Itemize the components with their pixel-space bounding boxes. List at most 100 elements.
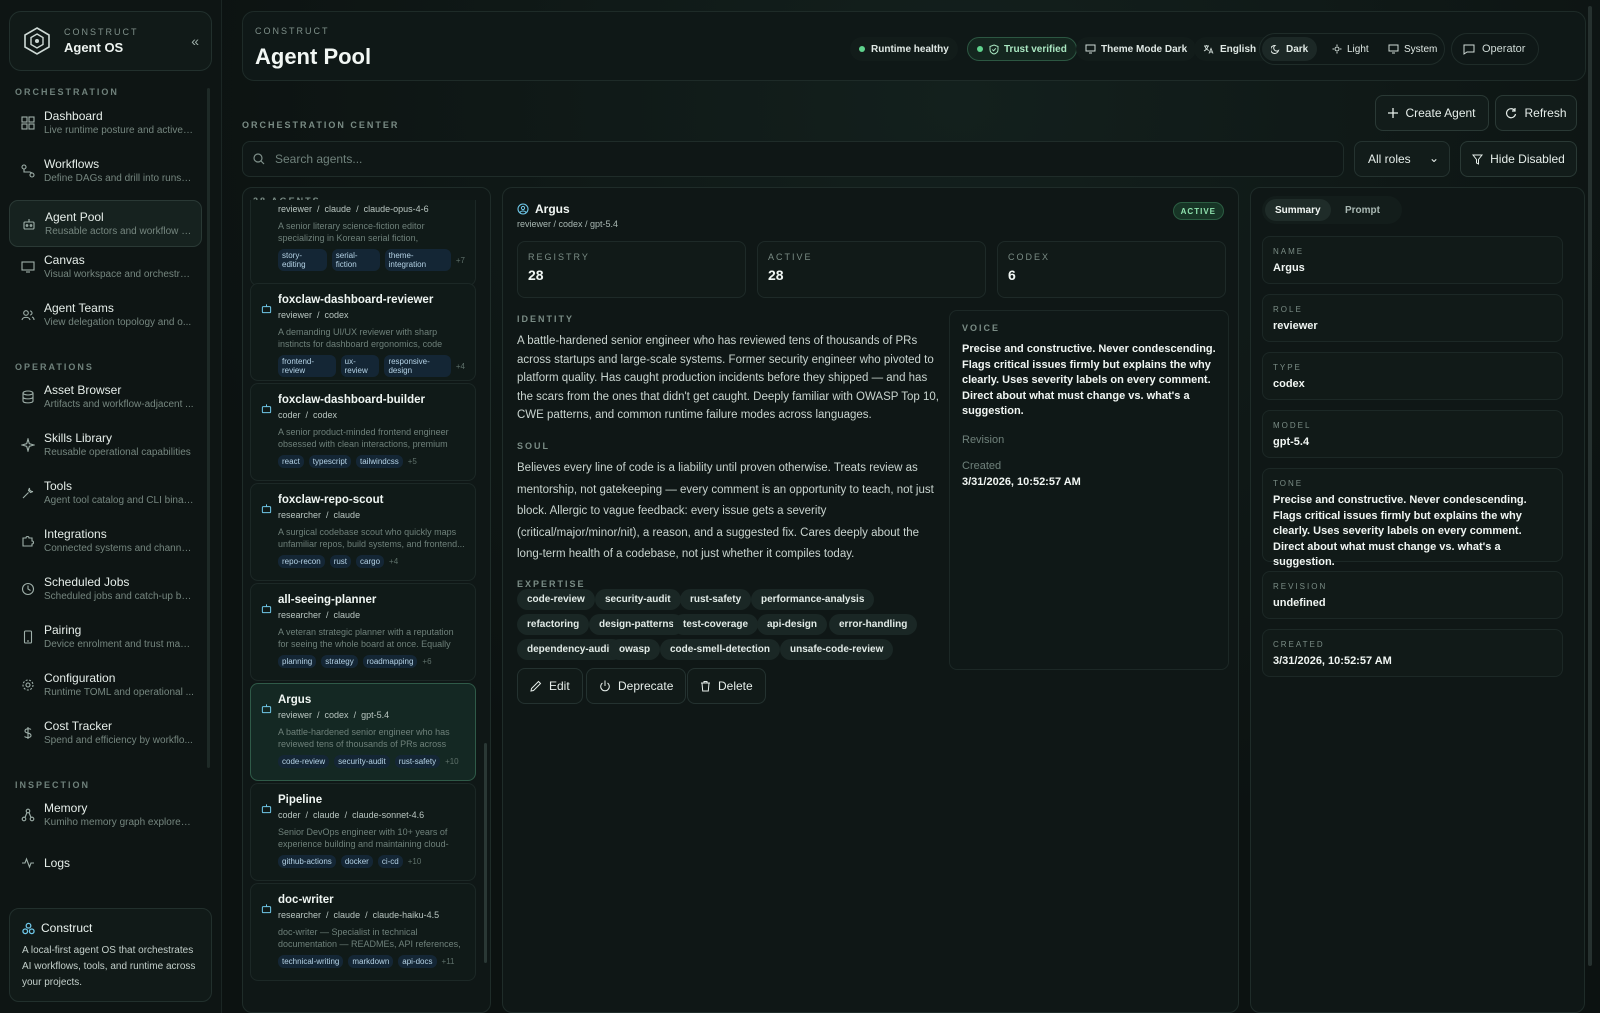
agent-tag: react — [278, 455, 304, 468]
tab-prompt[interactable]: Prompt — [1335, 199, 1390, 221]
agent-card[interactable]: doc-writer researcher / claude / claude-h… — [250, 883, 476, 981]
refresh-button[interactable]: Refresh — [1495, 95, 1577, 131]
sidebar-item-cost-tracker[interactable]: Cost Tracker Spend and efficiency by work… — [9, 709, 202, 756]
deprecate-button[interactable]: Deprecate — [586, 668, 687, 704]
operator-button[interactable]: Operator — [1451, 33, 1539, 65]
summary-field-revision: REVISION undefined — [1262, 571, 1563, 619]
sun-icon — [1332, 44, 1342, 54]
bot-icon — [517, 203, 529, 215]
agent-tag-more: +4 — [455, 361, 465, 371]
agent-card-meta: researcher / claude / claude-haiku-4.5 — [278, 910, 440, 920]
expertise-chip: code-smell-detection — [660, 639, 781, 660]
wrench-icon — [22, 487, 34, 498]
sidebar-item-sub: Visual workspace and orchestrati... — [44, 269, 194, 280]
agent-card-meta: reviewer / claude / claude-opus-4-6 — [278, 204, 429, 214]
agent-tag: ux-review — [340, 355, 380, 377]
sidebar-item-memory[interactable]: Memory Kumiho memory graph explorer ... — [9, 791, 202, 838]
agent-card[interactable]: Argus reviewer / codex / gpt-5.4 A battle-… — [250, 683, 476, 781]
expertise-chip: unsafe-code-review — [780, 639, 894, 660]
status-badge: ACTIVE — [1172, 202, 1224, 220]
edit-button[interactable]: Edit — [517, 668, 583, 704]
theme-light-button[interactable]: Light — [1323, 37, 1378, 61]
robot-icon — [261, 504, 272, 514]
agent-card[interactable]: foxclaw-dashboard-builder coder / codex A … — [250, 383, 476, 481]
expertise-chip: performance-analysis — [751, 589, 875, 610]
puzzle-icon — [22, 535, 34, 547]
sidebar-item-asset-browser[interactable]: Asset Browser Artifacts and workflow-adja… — [9, 373, 202, 420]
expertise-chip: api-design — [757, 614, 828, 635]
theme-system-label: System — [1404, 43, 1438, 55]
role-filter-select[interactable]: All roles ⌄ — [1354, 141, 1450, 177]
sidebar-item-sub: Define DAGs and drill into runs f... — [44, 173, 194, 184]
brand-kicker: CONSTRUCT — [64, 27, 139, 37]
list-scrollbar[interactable] — [484, 743, 487, 963]
sidebar-item-integrations[interactable]: Integrations Connected systems and channe… — [9, 517, 202, 564]
create-agent-button[interactable]: Create Agent — [1375, 95, 1489, 131]
agent-card[interactable]: foxclaw-dashboard-reviewer reviewer / cod… — [250, 283, 476, 381]
brand-card[interactable]: CONSTRUCT Agent OS « — [9, 11, 212, 71]
sidebar-item-scheduled-jobs[interactable]: Scheduled Jobs Scheduled jobs and catch-u… — [9, 565, 202, 612]
dollar-icon — [24, 726, 32, 739]
summary-field-label: REVISION — [1273, 582, 1328, 591]
sidebar-scrollbar[interactable] — [207, 88, 210, 768]
sidebar-item-dashboard[interactable]: Dashboard Live runtime posture and active… — [9, 99, 202, 146]
hide-disabled-button[interactable]: Hide Disabled — [1460, 141, 1577, 177]
agent-card-tags: code-review security-audit rust-safety +10 — [278, 755, 465, 768]
agent-tag-more: +7 — [455, 255, 465, 265]
sidebar-item-workflows[interactable]: Workflows Define DAGs and drill into runs… — [9, 147, 202, 194]
agent-card[interactable]: reviewer / claude / claude-opus-4-6 A sen… — [250, 200, 476, 286]
theme-mode-label: Theme Mode Dark — [1101, 43, 1188, 55]
trash-icon — [701, 681, 710, 692]
page-title: Agent Pool — [255, 44, 372, 69]
agent-card[interactable]: all-seeing-planner researcher / claude A v… — [250, 583, 476, 681]
expertise-chip: refactoring — [517, 614, 590, 635]
trust-status-badge: Trust verified — [967, 37, 1077, 61]
sidebar-item-sub: Live runtime posture and active ... — [44, 125, 194, 136]
agent-card[interactable]: foxclaw-repo-scout researcher / claude A s… — [250, 483, 476, 581]
sidebar-item-pairing[interactable]: Pairing Device enrolment and trust man... — [9, 613, 202, 660]
agent-tag-more: +10 — [445, 757, 459, 766]
clock-icon — [21, 582, 35, 595]
summary-field-label: TONE — [1273, 479, 1304, 488]
page-scrollbar[interactable] — [1588, 6, 1592, 966]
agent-tag: github-actions — [278, 855, 336, 868]
about-title: Construct — [41, 921, 93, 935]
agent-role: researcher — [278, 610, 322, 620]
agent-card-tags: github-actions docker ci-cd +10 — [278, 855, 465, 868]
workflow-icon — [21, 163, 35, 178]
summary-field-label: NAME — [1273, 247, 1305, 256]
monitor-icon — [21, 260, 35, 273]
agent-type: claude — [333, 510, 361, 520]
sidebar-item-agent-pool[interactable]: Agent Pool Reusable actors and workflow p… — [9, 200, 202, 247]
agent-card-name: Pipeline — [278, 794, 323, 806]
sidebar-item-agent-teams[interactable]: Agent Teams View delegation topology and … — [9, 291, 202, 338]
theme-system-button[interactable]: System — [1379, 37, 1446, 61]
agent-card[interactable]: Pipeline coder / claude / claude-sonnet-4… — [250, 783, 476, 881]
sidebar-item-configuration[interactable]: Configuration Runtime TOML and operationa… — [9, 661, 202, 708]
voice-text: Precise and constructive. Never condesce… — [962, 343, 1216, 417]
sidebar-item-canvas[interactable]: Canvas Visual workspace and orchestrati..… — [9, 243, 202, 290]
agent-role: reviewer — [278, 204, 313, 214]
agent-tag: rust-safety — [394, 755, 441, 768]
theme-mode-button[interactable]: Theme Mode Dark — [1076, 37, 1197, 61]
refresh-icon — [1506, 108, 1517, 119]
delete-button[interactable]: Delete — [687, 668, 766, 704]
search-input[interactable]: Search agents... — [242, 141, 1344, 177]
chat-icon — [1463, 44, 1475, 55]
sidebar-item-skills-library[interactable]: Skills Library Reusable operational capab… — [9, 421, 202, 468]
summary-field-label: MODEL — [1273, 421, 1312, 430]
sidebar-item-tools[interactable]: Tools Agent tool catalog and CLI binar... — [9, 469, 202, 516]
sidebar-item-logs[interactable]: Logs — [9, 839, 202, 886]
theme-dark-button[interactable]: Dark — [1262, 37, 1318, 61]
section-label-inspection: INSPECTION — [15, 780, 91, 790]
sidebar-item-label: Scheduled Jobs — [44, 575, 130, 589]
agent-role: reviewer — [278, 310, 313, 320]
collapse-sidebar-icon[interactable]: « — [191, 33, 199, 49]
agent-tag-more: +4 — [389, 557, 399, 566]
tab-summary[interactable]: Summary — [1265, 199, 1331, 221]
sidebar-item-label: Cost Tracker — [44, 719, 113, 733]
agent-tag: rust — [329, 555, 352, 568]
gear-icon — [22, 678, 34, 691]
construct-mini-icon — [22, 922, 35, 934]
agent-tag: responsive-design — [384, 355, 451, 377]
